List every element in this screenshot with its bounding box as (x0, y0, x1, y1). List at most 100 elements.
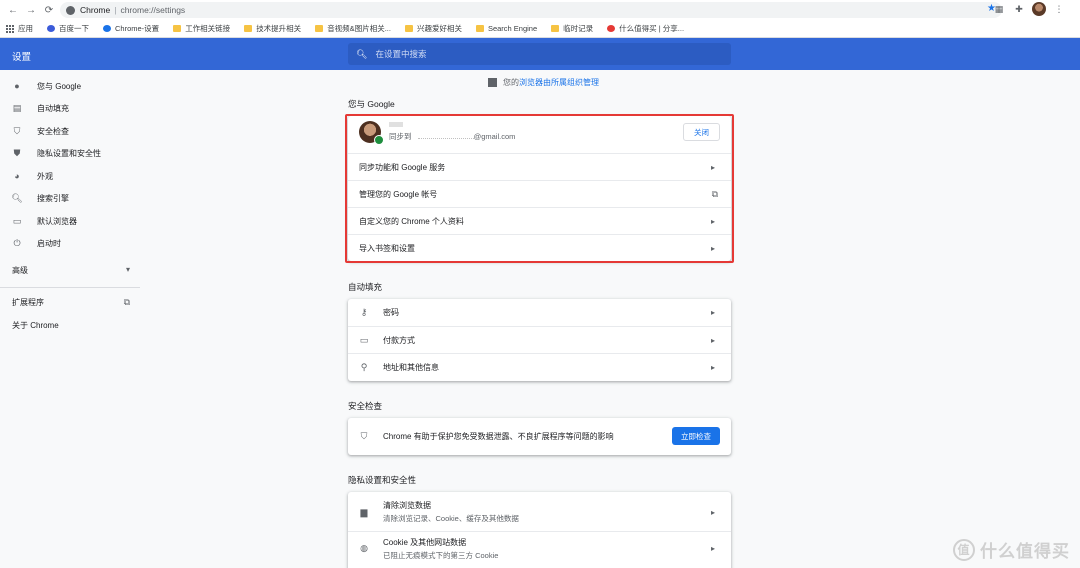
bookmark-label: 音视频&图片相关... (327, 24, 391, 33)
chevron-right-icon: ▸ (710, 308, 715, 317)
address-bar[interactable]: Chrome | chrome://settings ★ (60, 2, 1002, 18)
clipboard-icon: ▤ (12, 102, 22, 113)
sidebar-item-you-google[interactable]: ● 您与 Google (0, 75, 140, 97)
baidu-paw-icon (47, 25, 55, 32)
sidebar-item-on-startup[interactable]: ⏻ 启动时 (0, 232, 140, 254)
row-text: 清除浏览数据 清除浏览记录、Cookie、缓存及其他数据 (383, 500, 519, 524)
sidebar: ● 您与 Google ▤ 自动填充 ⛉ 安全检查 ⛊ 隐私设置和安全性 ◕ 外… (0, 70, 140, 568)
forward-arrow-icon[interactable]: → (22, 1, 40, 19)
bookmarks-bar: 应用 百度一下 Chrome-设置 工作相关链接 技术提升相关 音视频&图片相关… (0, 20, 1080, 38)
open-external-icon: ⧉ (123, 297, 130, 307)
sidebar-item-label: 默认浏览器 (37, 216, 77, 226)
bookmark-baidu[interactable]: 百度一下 (47, 23, 89, 34)
row-label: 付款方式 (383, 335, 415, 345)
sidebar-item-label: 搜索引擎 (37, 193, 69, 203)
bookmark-folder-media[interactable]: 音视频&图片相关... (315, 23, 391, 34)
sidebar-item-label: 安全检查 (37, 126, 69, 136)
row-clear-browsing-data[interactable]: ▆ 清除浏览数据 清除浏览记录、Cookie、缓存及其他数据 ▸ (348, 495, 731, 529)
reload-icon[interactable]: ⟳ (40, 1, 58, 19)
bookmark-apps[interactable]: 应用 (6, 23, 33, 34)
managed-prefix: 您的 (503, 78, 519, 87)
folder-icon (404, 25, 413, 32)
apps-grid-icon (6, 24, 14, 33)
chevron-right-icon: ▸ (710, 362, 715, 372)
search-icon: 🔍︎ (11, 192, 23, 203)
search-icon: 🔍︎ (356, 48, 368, 59)
row-label: 地址和其他信息 (383, 362, 439, 372)
back-arrow-icon[interactable]: ← (4, 1, 22, 19)
sidebar-advanced-label: 高级 (12, 266, 28, 275)
folder-icon (173, 25, 182, 32)
sidebar-divider (0, 287, 140, 288)
check-now-button[interactable]: 立即检查 (672, 427, 720, 445)
safety-check-card: ⛉ Chrome 有助于保护您免受数据泄露、不良扩展程序等问题的影响 立即检查 (348, 418, 731, 455)
safety-check-text: Chrome 有助于保护您免受数据泄露、不良扩展程序等问题的影响 (383, 432, 614, 441)
trash-icon: ▆ (360, 506, 368, 517)
sidebar-item-label: 外观 (37, 171, 53, 181)
caret-down-icon: ▾ (125, 265, 130, 274)
smzdm-icon (607, 25, 616, 32)
browser-toolbar: ← → ⟳ Chrome | chrome://settings ★ ▦ ✚ ⋮ (0, 0, 1080, 20)
bookmark-smzdm[interactable]: 什么值得买 | 分享... (607, 23, 684, 34)
managed-link[interactable]: 浏览器由所属组织管理 (519, 77, 599, 88)
sidebar-item-default-browser[interactable]: ▭ 默认浏览器 (0, 210, 140, 232)
row-cookies[interactable]: ◍ Cookie 及其他网站数据 已阻止无痕模式下的第三方 Cookie ▸ (348, 531, 731, 565)
tab-site-name: Chrome (80, 5, 111, 15)
sidebar-item-autofill[interactable]: ▤ 自动填充 (0, 97, 140, 119)
bookmark-label: Chrome-设置 (115, 24, 160, 33)
bookmark-folder-search[interactable]: Search Engine (475, 24, 538, 33)
search-input[interactable] (375, 49, 716, 59)
settings-header: 设置 🔍︎ (0, 38, 1080, 70)
chevron-right-icon: ▸ (710, 544, 715, 553)
shield-check-icon: ⛉ (13, 125, 21, 136)
sidebar-item-search-engine[interactable]: 🔍︎ 搜索引擎 (0, 187, 140, 209)
sidebar-extensions[interactable]: 扩展程序 ⧉ (12, 297, 130, 308)
smzdm-watermark-logo: 值 (953, 538, 975, 561)
toolbar-actions: ▦ ✚ ⋮ (992, 2, 1066, 16)
bookmark-folder-hobby[interactable]: 兴趣爱好相关 (404, 23, 462, 34)
row-payment-methods[interactable]: ▭ 付款方式 ▸ (348, 326, 731, 353)
reading-list-icon[interactable]: ▦ (992, 2, 1006, 16)
building-icon (488, 78, 497, 87)
bookmark-chrome-settings[interactable]: Chrome-设置 (103, 23, 159, 34)
sidebar-about-chrome[interactable]: 关于 Chrome (12, 320, 59, 331)
chevron-right-icon: ▸ (710, 507, 715, 517)
menu-kebab-icon[interactable]: ⋮ (1052, 2, 1066, 16)
settings-search[interactable]: 🔍︎ (348, 43, 731, 65)
row-addresses[interactable]: ⚲ 地址和其他信息 ▸ (348, 353, 731, 380)
extensions-puzzle-icon[interactable]: ✚ (1012, 2, 1026, 16)
managed-notice: 您的 浏览器由所属组织管理 (488, 77, 599, 88)
sidebar-item-safety-check[interactable]: ⛉ 安全检查 (0, 120, 140, 142)
bookmark-label: Search Engine (487, 24, 538, 33)
sidebar-advanced[interactable]: 高级 ▾ (12, 265, 130, 276)
bookmark-folder-temp[interactable]: 临时记录 (551, 23, 593, 34)
bookmark-folder-tech[interactable]: 技术提升相关 (244, 23, 301, 34)
row-label: 清除浏览数据 (383, 501, 431, 510)
row-passwords[interactable]: ⚷ 密码 ▸ (348, 299, 731, 326)
privacy-card: ▆ 清除浏览数据 清除浏览记录、Cookie、缓存及其他数据 ▸ ◍ Cooki… (348, 492, 731, 568)
red-highlight-box (345, 114, 734, 263)
section-title-privacy: 隐私设置和安全性 (348, 475, 417, 485)
page-title: 设置 (12, 52, 32, 63)
credit-card-icon: ▭ (359, 334, 369, 345)
sidebar-item-privacy[interactable]: ⛊ 隐私设置和安全性 (0, 142, 140, 164)
row-sublabel: 已阻止无痕模式下的第三方 Cookie (383, 550, 499, 560)
key-icon: ⚷ (360, 307, 368, 317)
sidebar-item-appearance[interactable]: ◕ 外观 (0, 165, 140, 187)
person-icon: ● (14, 81, 20, 91)
sidebar-extensions-label: 扩展程序 (12, 298, 44, 307)
bookmark-label: 应用 (18, 24, 33, 33)
browser-icon: ▭ (12, 215, 22, 226)
bookmark-folder-work[interactable]: 工作相关链接 (173, 23, 230, 34)
row-label: 密码 (383, 308, 399, 317)
profile-avatar-icon[interactable] (1032, 2, 1046, 16)
row-sublabel: 清除浏览记录、Cookie、缓存及其他数据 (383, 514, 519, 523)
row-text: Cookie 及其他网站数据 已阻止无痕模式下的第三方 Cookie (383, 537, 498, 561)
sidebar-item-label: 启动时 (37, 238, 61, 248)
palette-icon: ◕ (14, 171, 20, 181)
sidebar-item-label: 自动填充 (37, 103, 69, 113)
shield-icon: ⛊ (13, 147, 21, 158)
url-text: chrome://settings (120, 5, 186, 15)
url-separator: | (114, 5, 117, 15)
sidebar-item-label: 您与 Google (37, 81, 82, 91)
